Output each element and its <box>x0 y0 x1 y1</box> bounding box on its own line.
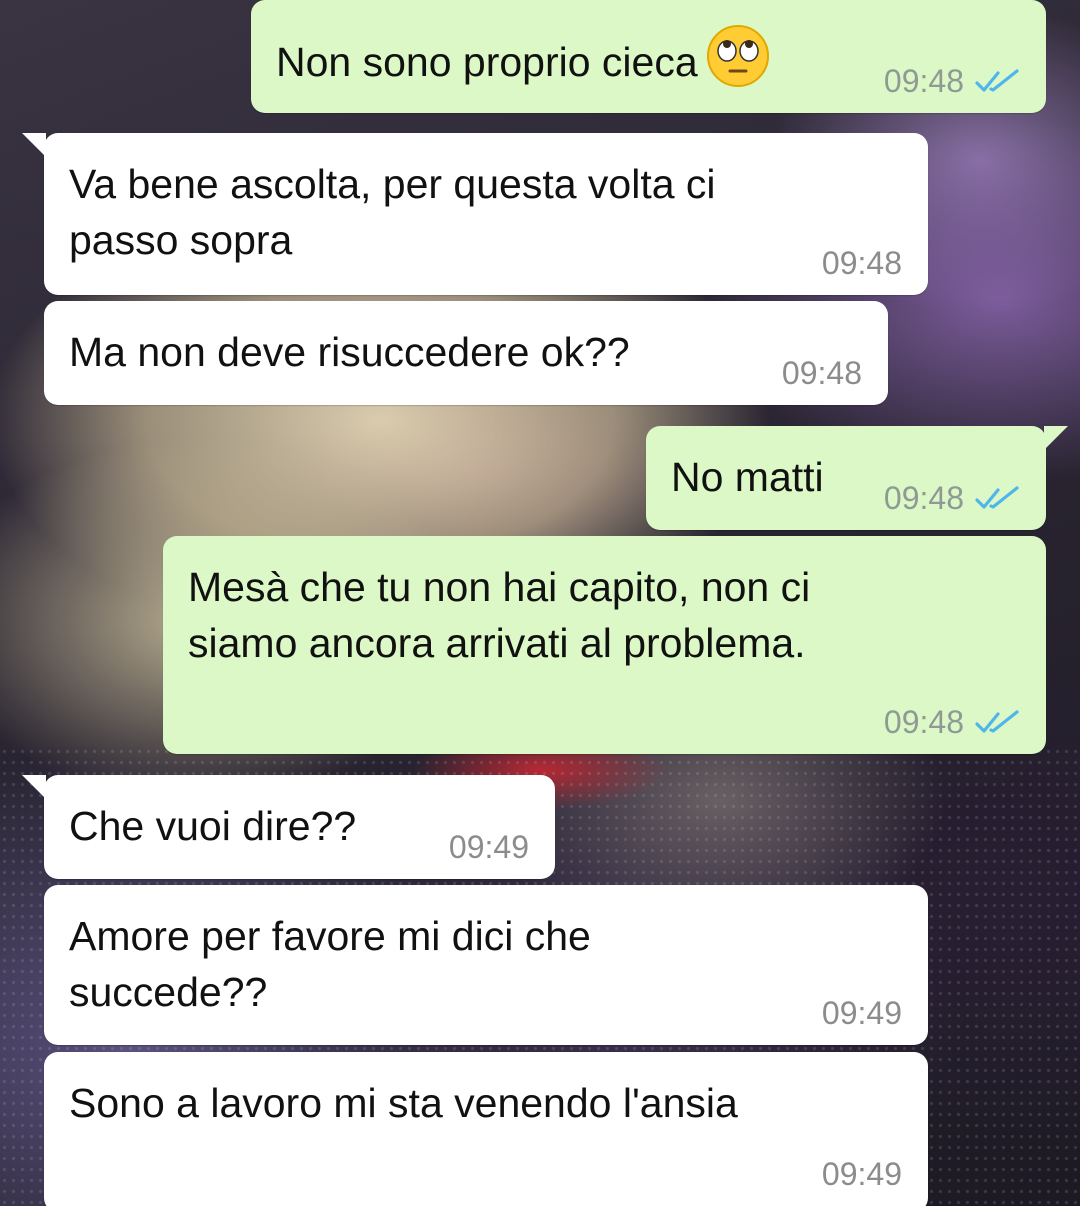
message-time: 09:49 <box>821 1156 902 1192</box>
message-time: 09:48 <box>821 245 902 281</box>
message-time: 09:48 <box>883 480 964 516</box>
message-time: 09:48 <box>883 63 964 99</box>
message-time: 09:48 <box>883 704 964 740</box>
message-meta: 09:49 <box>822 1156 902 1192</box>
double-check-read-icon <box>975 486 1019 509</box>
message-text: Va bene ascolta, per questa volta ci pas… <box>69 161 716 263</box>
message-meta: 09:48 <box>884 480 1020 516</box>
chat-message-list[interactable]: Non sono proprio cieca 09:48 Va bene asc… <box>0 0 1080 1206</box>
message-bubble-incoming[interactable]: Sono a lavoro mi sta venendo l'ansia 09:… <box>44 1052 928 1206</box>
double-check-read-icon <box>975 69 1019 92</box>
face-with-rolling-eyes-icon <box>706 25 769 87</box>
message-bubble-incoming[interactable]: Che vuoi dire?? 09:49 <box>22 775 555 879</box>
message-text: Amore per favore mi dici che succede?? <box>69 913 591 1015</box>
message-text: Sono a lavoro mi sta venendo l'ansia <box>69 1080 738 1126</box>
message-bubble-outgoing[interactable]: Mesà che tu non hai capito, non ci siamo… <box>163 536 1046 754</box>
message-text: Che vuoi dire?? <box>69 803 357 849</box>
message-bubble-outgoing[interactable]: No matti 09:48 <box>646 426 1068 530</box>
message-meta: 09:48 <box>822 245 902 281</box>
message-meta: 09:49 <box>449 829 529 865</box>
message-text: Ma non deve risuccedere ok?? <box>69 329 630 375</box>
message-text: Non sono proprio cieca <box>276 24 770 90</box>
message-time: 09:49 <box>448 829 529 865</box>
double-check-read-icon <box>975 710 1019 733</box>
message-meta: 09:48 <box>884 704 1020 740</box>
message-text: Mesà che tu non hai capito, non ci siamo… <box>188 564 811 666</box>
message-time: 09:49 <box>821 995 902 1031</box>
message-meta: 09:48 <box>782 355 862 391</box>
message-bubble-incoming[interactable]: Amore per favore mi dici che succede?? 0… <box>44 885 928 1045</box>
message-bubble-incoming[interactable]: Ma non deve risuccedere ok?? 09:48 <box>44 301 888 405</box>
message-text-content: Non sono proprio cieca <box>276 39 698 85</box>
message-meta: 09:48 <box>884 63 1020 99</box>
message-meta: 09:49 <box>822 995 902 1031</box>
message-time: 09:48 <box>781 355 862 391</box>
message-bubble-incoming[interactable]: Va bene ascolta, per questa volta ci pas… <box>22 133 928 295</box>
message-bubble-outgoing[interactable]: Non sono proprio cieca 09:48 <box>251 0 1046 113</box>
message-text: No matti <box>671 454 824 500</box>
